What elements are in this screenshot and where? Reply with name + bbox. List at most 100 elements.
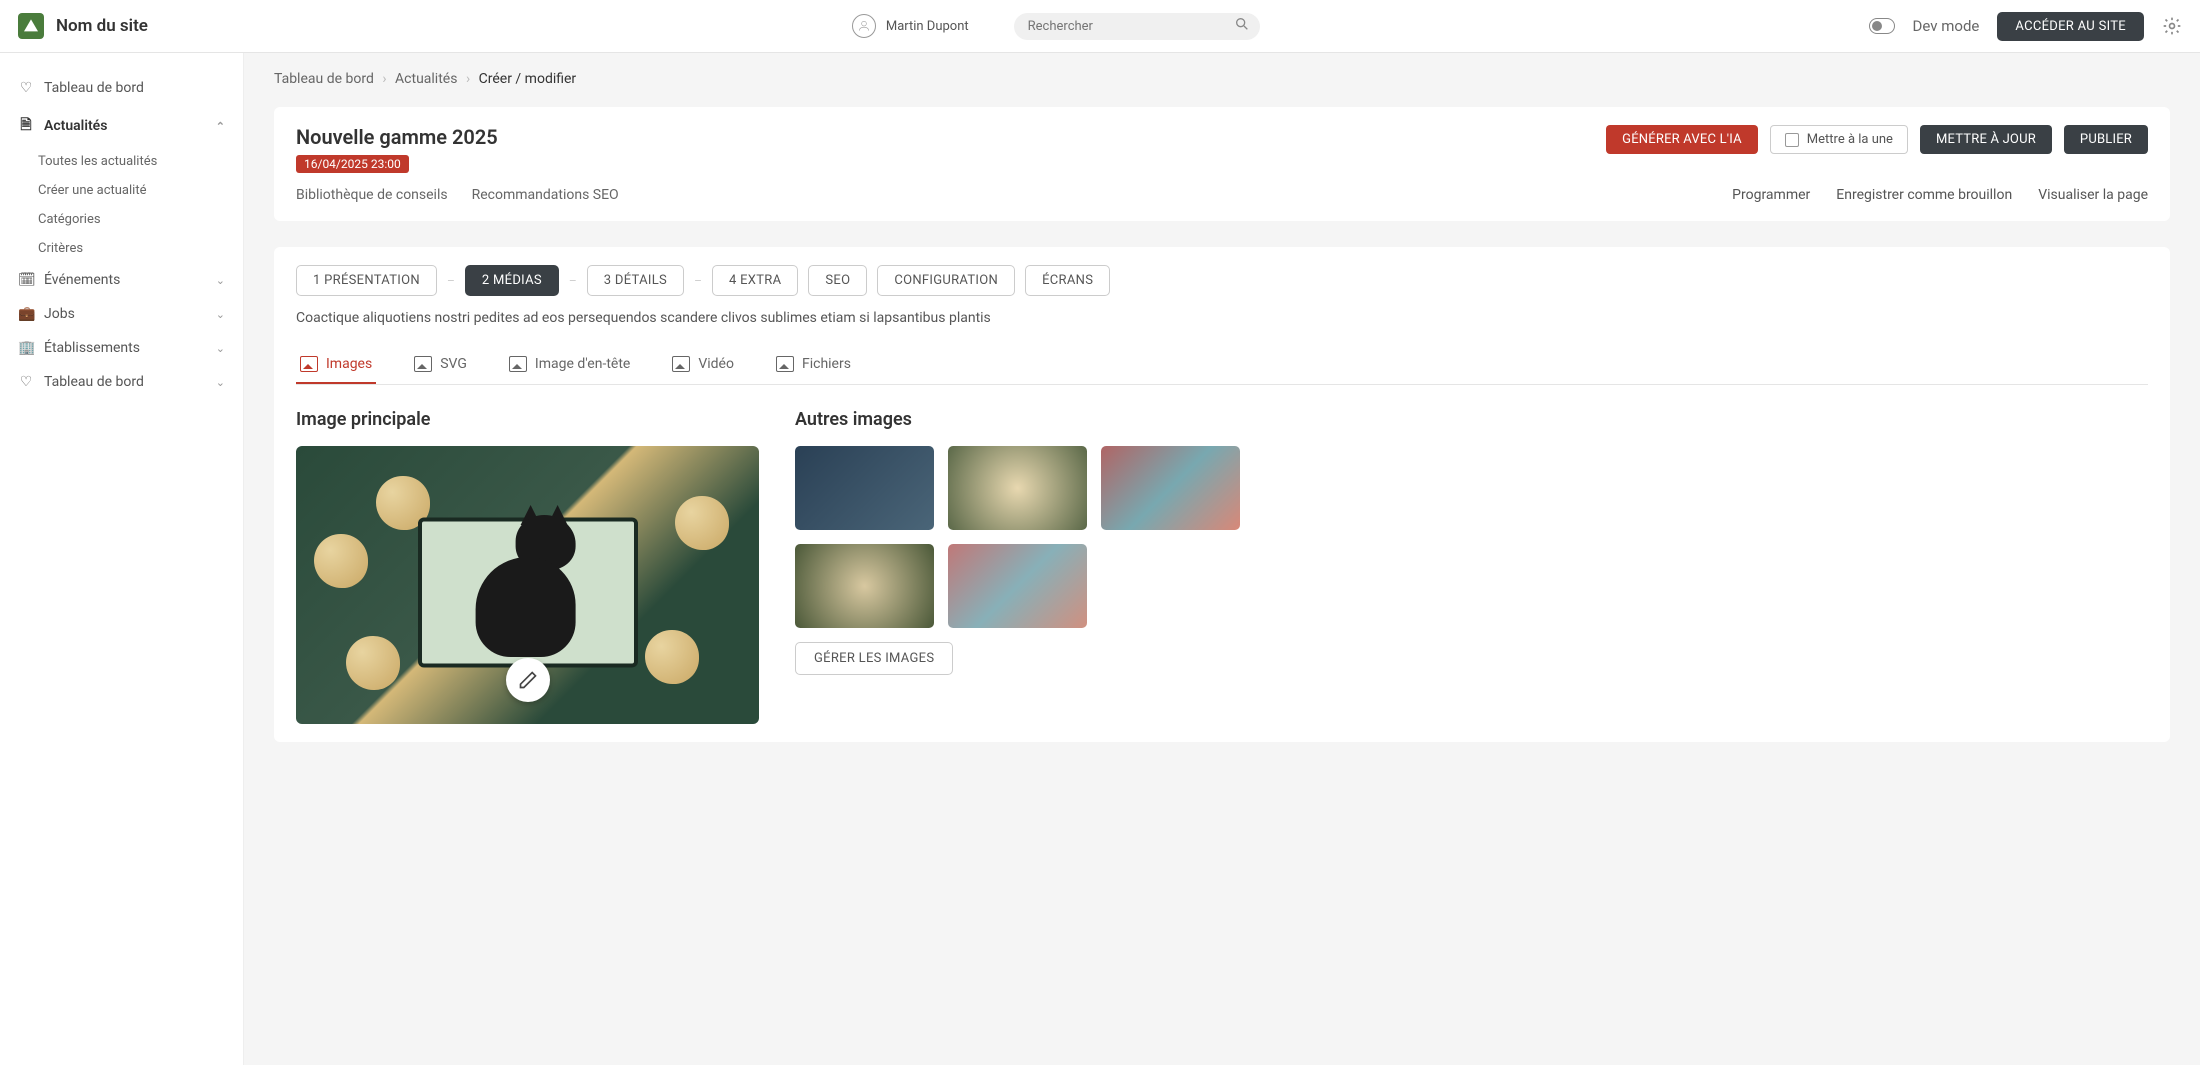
save-draft-link[interactable]: Enregistrer comme brouillon (1836, 187, 2012, 203)
sidebar-item-news[interactable]: 🗎 Actualités ⌃ (0, 105, 243, 147)
content-panel: 1 PRÉSENTATION – 2 MÉDIAS – 3 DÉTAILS – … (274, 247, 2170, 742)
other-images-title: Autres images (795, 409, 1255, 430)
step-presentation[interactable]: 1 PRÉSENTATION (296, 265, 437, 296)
image-thumbnail[interactable] (1101, 446, 1240, 530)
main-content: Tableau de bord › Actualités › Créer / m… (244, 53, 2200, 1065)
media-tab-label: Fichiers (802, 356, 851, 372)
sidebar-item-establishments[interactable]: 🏢 Établissements ⌄ (0, 331, 243, 365)
chevron-right-icon: › (466, 71, 470, 87)
step-configuration[interactable]: CONFIGURATION (877, 265, 1015, 296)
page-title: Nouvelle gamme 2025 (296, 125, 498, 149)
user-name: Martin Dupont (886, 19, 969, 34)
decor-flower (645, 630, 699, 684)
crumb-news[interactable]: Actualités (395, 71, 457, 87)
sidebar-item-label: Événements (44, 272, 120, 288)
step-screens[interactable]: ÉCRANS (1025, 265, 1110, 296)
date-badge: 16/04/2025 23:00 (296, 155, 409, 173)
step-tabs: 1 PRÉSENTATION – 2 MÉDIAS – 3 DÉTAILS – … (296, 265, 2148, 296)
thumbnail-grid (795, 446, 1255, 628)
site-name: Nom du site (56, 16, 148, 36)
seo-reco-tab[interactable]: Recommandations SEO (472, 187, 619, 203)
topbar: Nom du site Martin Dupont Dev mode ACCÉD… (0, 0, 2200, 53)
step-separator: – (569, 274, 577, 288)
gear-icon[interactable] (2162, 16, 2182, 36)
step-seo[interactable]: SEO (808, 265, 867, 296)
search-icon[interactable] (1234, 16, 1250, 36)
access-site-button[interactable]: ACCÉDER AU SITE (1997, 12, 2144, 41)
media-tab-images[interactable]: Images (296, 346, 376, 384)
media-tab-header[interactable]: Image d'en-tête (505, 346, 634, 384)
media-tabs: Images SVG Image d'en-tête Vidéo (296, 346, 2148, 385)
crumb-current: Créer / modifier (479, 71, 577, 87)
image-thumbnail[interactable] (948, 544, 1087, 628)
update-button[interactable]: METTRE À JOUR (1920, 125, 2052, 154)
image-thumbnail[interactable] (795, 446, 934, 530)
image-icon (414, 356, 432, 372)
sidebar-sub-categories[interactable]: Catégories (0, 205, 243, 234)
library-tab[interactable]: Bibliothèque de conseils (296, 187, 448, 203)
sidebar-sub-all-news[interactable]: Toutes les actualités (0, 147, 243, 176)
generate-ai-button[interactable]: GÉNÉRER AVEC L'IA (1606, 125, 1758, 154)
dev-mode-label: Dev mode (1913, 17, 1980, 35)
media-tab-label: Images (326, 356, 372, 372)
crumb-dashboard[interactable]: Tableau de bord (274, 71, 374, 87)
schedule-link[interactable]: Programmer (1732, 187, 1810, 203)
publish-button[interactable]: PUBLIER (2064, 125, 2148, 154)
featured-label: Mettre à la une (1807, 132, 1893, 147)
image-icon (672, 356, 690, 372)
sidebar-item-dashboard-2[interactable]: ♡ Tableau de bord ⌄ (0, 365, 243, 399)
edit-image-button[interactable] (506, 658, 550, 702)
decor-flower (346, 636, 400, 690)
avatar-icon (852, 14, 876, 38)
step-details[interactable]: 3 DÉTAILS (587, 265, 684, 296)
image-icon (509, 356, 527, 372)
checkbox-icon (1785, 133, 1799, 147)
media-tab-svg[interactable]: SVG (410, 346, 471, 384)
dev-mode-toggle[interactable] (1869, 18, 1895, 34)
briefcase-icon: 💼 (18, 306, 34, 322)
main-image[interactable] (296, 446, 759, 724)
step-separator: – (447, 274, 455, 288)
user-cluster[interactable]: Martin Dupont (852, 14, 969, 38)
media-tab-files[interactable]: Fichiers (772, 346, 855, 384)
sidebar-item-label: Tableau de bord (44, 374, 144, 390)
media-tab-video[interactable]: Vidéo (668, 346, 738, 384)
image-thumbnail[interactable] (948, 446, 1087, 530)
manage-images-button[interactable]: GÉRER LES IMAGES (795, 642, 953, 675)
heart-icon: ♡ (18, 80, 34, 96)
search-wrap (1014, 13, 1260, 40)
step-extra[interactable]: 4 EXTRA (712, 265, 798, 296)
sidebar-item-dashboard[interactable]: ♡ Tableau de bord (0, 71, 243, 105)
decor-cat (465, 507, 595, 657)
search-input[interactable] (1014, 13, 1260, 40)
site-logo[interactable] (18, 13, 44, 39)
step-separator: – (694, 274, 702, 288)
decor-flower (314, 534, 368, 588)
chevron-down-icon: ⌄ (216, 342, 225, 355)
description-text: Coactique aliquotiens nostri pedites ad … (296, 310, 2148, 326)
sidebar-sub-criteria[interactable]: Critères (0, 234, 243, 263)
edit-header-panel: Nouvelle gamme 2025 16/04/2025 23:00 GÉN… (274, 107, 2170, 221)
decor-flower (675, 496, 729, 550)
sidebar-item-events[interactable]: 🗓 Événements ⌄ (0, 263, 243, 297)
sidebar-item-label: Établissements (44, 340, 140, 356)
sidebar-item-label: Tableau de bord (44, 80, 144, 96)
preview-link[interactable]: Visualiser la page (2038, 187, 2148, 203)
chevron-down-icon: ⌄ (216, 376, 225, 389)
building-icon: 🏢 (18, 340, 34, 356)
sidebar: ♡ Tableau de bord 🗎 Actualités ⌃ Toutes … (0, 53, 244, 1065)
sidebar-item-jobs[interactable]: 💼 Jobs ⌄ (0, 297, 243, 331)
calendar-icon: 🗓 (18, 272, 34, 288)
image-thumbnail[interactable] (795, 544, 934, 628)
main-image-title: Image principale (296, 409, 759, 430)
chevron-down-icon: ⌄ (216, 274, 225, 287)
sidebar-sub-create-news[interactable]: Créer une actualité (0, 176, 243, 205)
image-icon (776, 356, 794, 372)
sidebar-item-label: Actualités (44, 118, 107, 134)
breadcrumb: Tableau de bord › Actualités › Créer / m… (274, 71, 2170, 87)
heart-icon: ♡ (18, 374, 34, 390)
image-icon (300, 356, 318, 372)
step-medias[interactable]: 2 MÉDIAS (465, 265, 559, 296)
featured-checkbox[interactable]: Mettre à la une (1770, 125, 1908, 154)
doc-icon: 🗎 (18, 114, 34, 138)
